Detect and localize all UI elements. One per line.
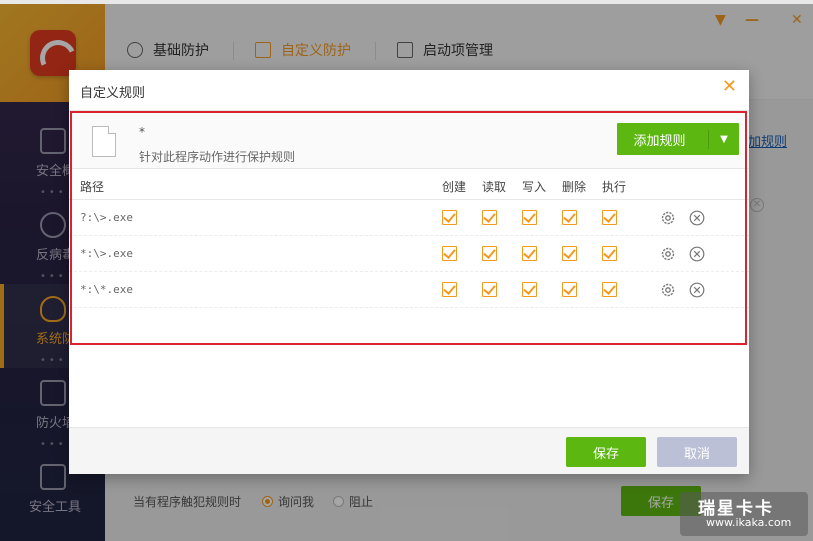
column-header-create: 创建 (442, 180, 467, 194)
watermark-url: www.ikaka.com (706, 516, 792, 529)
rules-table-header: 路径 创建 读取 写入 删除 执行 (69, 170, 749, 200)
add-rule-button[interactable]: 添加规则 (617, 129, 709, 149)
column-header-execute: 执行 (602, 180, 627, 194)
read-checkbox[interactable] (482, 246, 497, 261)
column-header-read: 读取 (482, 180, 507, 194)
delete-rule-icon[interactable] (689, 282, 705, 298)
rule-path: *:\*.exe (80, 283, 133, 296)
write-checkbox[interactable] (522, 282, 537, 297)
table-row: ?:\>.exe (69, 200, 749, 236)
add-rule-dropdown-icon[interactable]: ▼ (709, 134, 739, 145)
write-checkbox[interactable] (522, 246, 537, 261)
column-header-delete: 删除 (562, 180, 587, 194)
delete-rule-icon[interactable] (689, 246, 705, 262)
create-checkbox[interactable] (442, 282, 457, 297)
create-checkbox[interactable] (442, 210, 457, 225)
save-button[interactable]: 保存 (566, 437, 646, 467)
create-checkbox[interactable] (442, 246, 457, 261)
table-row: *:\*.exe (69, 272, 749, 308)
program-header: * 针对此程序动作进行保护规则 添加规则 ▼ (69, 111, 749, 169)
execute-checkbox[interactable] (602, 246, 617, 261)
write-checkbox[interactable] (522, 210, 537, 225)
file-icon (92, 126, 116, 157)
settings-gear-icon[interactable] (660, 210, 676, 226)
custom-rule-dialog: 自定义规则 ✕ * 针对此程序动作进行保护规则 添加规则 ▼ 路径 创建 读取 … (69, 70, 749, 474)
ikaka-watermark: 瑞星卡卡 www.ikaka.com (680, 492, 808, 536)
rule-path: ?:\>.exe (80, 211, 133, 224)
cancel-button[interactable]: 取消 (657, 437, 737, 467)
delete-checkbox[interactable] (562, 246, 577, 261)
settings-gear-icon[interactable] (660, 282, 676, 298)
delete-checkbox[interactable] (562, 282, 577, 297)
execute-checkbox[interactable] (602, 210, 617, 225)
column-header-write: 写入 (522, 180, 547, 194)
program-name: * (139, 125, 145, 139)
column-header-path: 路径 (80, 180, 105, 194)
program-description: 针对此程序动作进行保护规则 (139, 150, 296, 164)
read-checkbox[interactable] (482, 210, 497, 225)
dialog-close-icon[interactable]: ✕ (722, 77, 737, 97)
rule-path: *:\>.exe (80, 247, 133, 260)
read-checkbox[interactable] (482, 282, 497, 297)
execute-checkbox[interactable] (602, 282, 617, 297)
table-row: *:\>.exe (69, 236, 749, 272)
dialog-title: 自定义规则 (80, 86, 146, 101)
add-rule-split-button: 添加规则 ▼ (617, 123, 739, 155)
delete-rule-icon[interactable] (689, 210, 705, 226)
dialog-footer: 保存 取消 (69, 427, 749, 474)
delete-checkbox[interactable] (562, 210, 577, 225)
settings-gear-icon[interactable] (660, 246, 676, 262)
